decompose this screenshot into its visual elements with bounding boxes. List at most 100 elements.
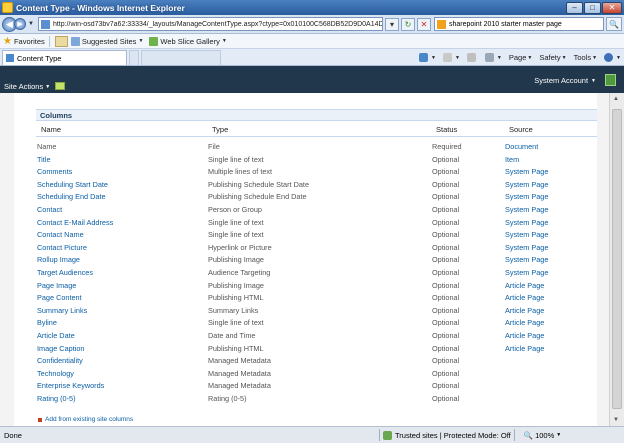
- close-window-button[interactable]: ✕: [602, 1, 622, 14]
- scroll-up-icon[interactable]: ▲: [613, 96, 619, 102]
- home-icon[interactable]: ▼: [419, 53, 436, 62]
- forward-icon[interactable]: ▶: [14, 18, 26, 30]
- favorites-button[interactable]: ★ Favorites: [3, 36, 45, 47]
- table-row: Title Single line of text Optional Item: [36, 154, 600, 167]
- column-name-link[interactable]: Contact Name: [37, 230, 84, 239]
- column-name-link[interactable]: Contact E-Mail Address: [37, 218, 113, 227]
- column-source-link[interactable]: Article Page: [505, 344, 544, 353]
- zoom-level[interactable]: 100%: [535, 431, 554, 440]
- account-menu[interactable]: System Account ▼: [534, 76, 596, 85]
- scroll-down-icon[interactable]: ▼: [613, 417, 619, 423]
- table-row: Summary Links Summary Links Optional Articl…: [36, 305, 600, 318]
- refresh-icon[interactable]: ↻: [400, 17, 415, 31]
- table-row: Image Caption Publishing HTML Optional Arti…: [36, 343, 600, 356]
- sharepoint-help-icon[interactable]: [605, 74, 616, 86]
- command-bar: ▼ ▼ ▼ Page ▼ Safety ▼ Tools ▼ ▼: [412, 50, 621, 65]
- column-source-link[interactable]: System Page: [505, 167, 548, 176]
- column-status: Optional: [432, 318, 460, 328]
- column-name-link[interactable]: Page Image: [37, 281, 76, 290]
- column-name-link[interactable]: Confidentiality: [37, 356, 83, 365]
- column-source-link[interactable]: Article Page: [505, 318, 544, 327]
- trusted-sites-icon: [383, 430, 392, 440]
- history-dropdown-icon[interactable]: ▼: [28, 21, 34, 27]
- suggested-sites-link[interactable]: Suggested Sites ▼: [70, 36, 143, 46]
- tools-menu[interactable]: Tools ▼: [574, 53, 597, 62]
- scrollbar-thumb[interactable]: [612, 109, 622, 409]
- site-actions-menu[interactable]: Site Actions ▼: [4, 82, 50, 91]
- column-name-link[interactable]: Summary Links: [37, 306, 87, 315]
- header-status[interactable]: Status: [436, 125, 457, 134]
- column-status: Optional: [432, 293, 460, 303]
- print-icon[interactable]: ▼: [484, 53, 502, 62]
- column-name-link[interactable]: Comments: [37, 167, 72, 176]
- column-name-link[interactable]: Image Caption: [37, 344, 84, 353]
- stop-icon[interactable]: ✕: [416, 17, 431, 31]
- column-name-link[interactable]: Scheduling Start Date: [37, 180, 108, 189]
- column-type: Publishing HTML: [208, 343, 264, 353]
- page-favicon-icon: [6, 54, 14, 62]
- column-name-link[interactable]: Article Date: [37, 331, 75, 340]
- column-name-link[interactable]: Target Audiences: [37, 268, 93, 277]
- column-type: File: [208, 142, 220, 151]
- column-source-link[interactable]: Article Page: [505, 306, 544, 315]
- column-name-link[interactable]: Contact: [37, 205, 62, 214]
- header-source[interactable]: Source: [509, 125, 533, 134]
- address-dropdown-button[interactable]: ▾: [384, 17, 399, 31]
- column-name-link[interactable]: Byline: [37, 318, 57, 327]
- maximize-button[interactable]: □: [584, 1, 601, 14]
- column-name-link[interactable]: Title: [37, 155, 51, 164]
- add-link-label: Add from existing site columns: [45, 416, 134, 423]
- column-name-link[interactable]: Contact Picture: [37, 243, 87, 252]
- columns-table-header: Name Type Status Source: [36, 124, 600, 137]
- sharepoint-ribbon: Site Actions ▼ System Account ▼: [0, 66, 624, 93]
- vertical-scrollbar[interactable]: ▲ ▼: [609, 93, 624, 426]
- column-source-link[interactable]: System Page: [505, 192, 548, 201]
- column-name-link[interactable]: Scheduling End Date: [37, 192, 106, 201]
- column-source-link[interactable]: System Page: [505, 180, 548, 189]
- add-from-existing-columns-link[interactable]: Add from existing site columns: [38, 416, 133, 423]
- print-glyph-icon: [484, 53, 494, 62]
- safety-menu[interactable]: Safety ▼: [539, 53, 566, 62]
- column-name-link[interactable]: Enterprise Keywords: [37, 381, 104, 390]
- table-row: Name File Required Document: [36, 141, 600, 154]
- search-icon[interactable]: 🔍: [605, 17, 622, 31]
- new-tab-button[interactable]: [141, 50, 221, 65]
- tab-content-type[interactable]: Content Type: [2, 50, 127, 65]
- column-source-link[interactable]: System Page: [505, 268, 548, 277]
- column-source-link[interactable]: System Page: [505, 243, 548, 252]
- window-titlebar: Content Type - Windows Internet Explorer…: [0, 0, 624, 15]
- page-menu[interactable]: Page ▼: [509, 53, 532, 62]
- column-source-link[interactable]: Article Page: [505, 281, 544, 290]
- column-status: Optional: [432, 330, 460, 340]
- help-icon[interactable]: ▼: [604, 53, 621, 62]
- column-source-link[interactable]: System Page: [505, 230, 548, 239]
- search-input[interactable]: sharepoint 2010 starter master page: [433, 17, 604, 31]
- column-name-link[interactable]: Rating (0-5): [37, 394, 76, 403]
- minimize-button[interactable]: –: [566, 1, 583, 14]
- column-status: Optional: [432, 242, 460, 252]
- column-name-link[interactable]: Page Content: [37, 293, 82, 302]
- column-status: Optional: [432, 267, 460, 277]
- security-zone[interactable]: Trusted sites | Protected Mode: Off: [395, 431, 511, 440]
- mail-icon[interactable]: [466, 53, 478, 62]
- feed-icon[interactable]: ▼: [442, 53, 460, 62]
- column-source-link[interactable]: Item: [505, 155, 519, 164]
- tab-placeholder[interactable]: [129, 50, 139, 65]
- column-source-link[interactable]: Document: [505, 142, 538, 151]
- header-type[interactable]: Type: [212, 125, 228, 134]
- web-slice-gallery-link[interactable]: Web Slice Gallery ▼: [149, 36, 227, 46]
- column-name-link[interactable]: Rollup Image: [37, 255, 80, 264]
- column-source-link[interactable]: System Page: [505, 255, 548, 264]
- column-name-link[interactable]: Technology: [37, 369, 74, 378]
- chevron-down-icon[interactable]: ▼: [556, 432, 561, 438]
- column-status: Optional: [432, 393, 460, 403]
- column-source-link[interactable]: System Page: [505, 205, 548, 214]
- address-input[interactable]: http://win-osd73bv7a62:33334/_layouts/Ma…: [37, 17, 383, 31]
- add-favorite-icon[interactable]: [54, 35, 68, 47]
- column-source-link[interactable]: Article Page: [505, 293, 544, 302]
- column-source-link[interactable]: Article Page: [505, 331, 544, 340]
- header-name[interactable]: Name: [41, 125, 61, 134]
- column-source-link[interactable]: System Page: [505, 218, 548, 227]
- navigate-up-icon[interactable]: [55, 82, 65, 90]
- search-provider-icon: [436, 19, 446, 29]
